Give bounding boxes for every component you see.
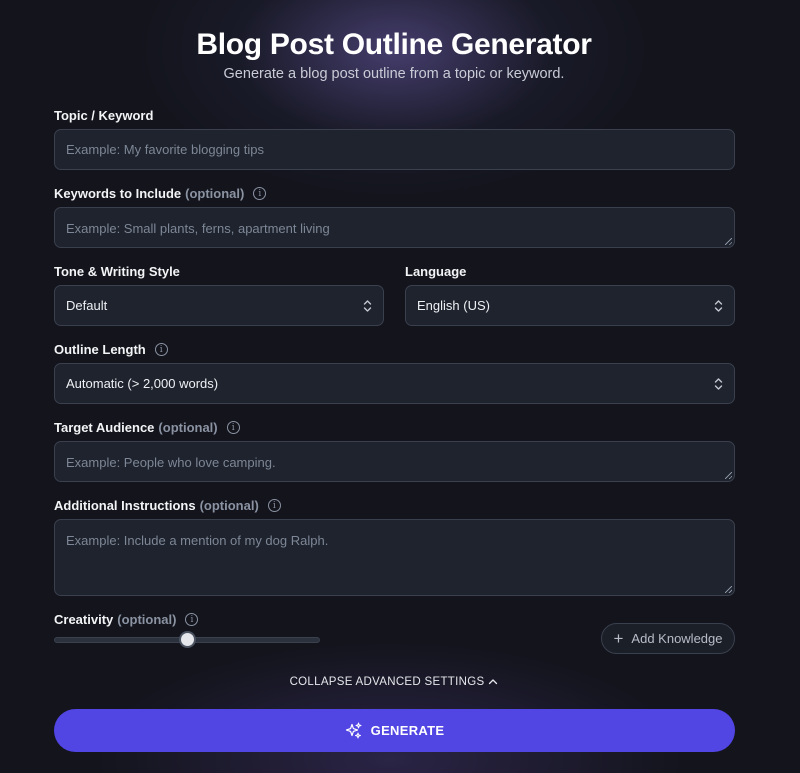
keywords-label-text: Keywords to Include (54, 186, 182, 201)
instructions-placeholder: Example: Include a mention of my dog Ral… (66, 533, 329, 548)
generate-label: GENERATE (370, 723, 445, 738)
add-knowledge-button[interactable]: + Add Knowledge (601, 623, 735, 654)
collapse-label: COLLAPSE ADVANCED SETTINGS (289, 676, 485, 688)
tone-label-text: Tone & Writing Style (54, 264, 180, 279)
tone-select[interactable]: Default (54, 285, 384, 326)
topic-input[interactable]: Example: My favorite blogging tips (54, 129, 735, 170)
chevron-up-down-icon (363, 299, 372, 312)
creativity-label-text: Creativity (54, 612, 114, 627)
outline-length-label: Outline Length i (54, 342, 168, 357)
info-icon[interactable]: i (253, 187, 267, 200)
outline-length-value: Automatic (> 2,000 words) (66, 376, 219, 391)
tone-label: Tone & Writing Style (54, 264, 180, 279)
generate-button[interactable]: GENERATE (54, 709, 735, 752)
instructions-textarea[interactable]: Example: Include a mention of my dog Ral… (54, 519, 735, 596)
collapse-advanced-settings-button[interactable]: COLLAPSE ADVANCED SETTINGS (0, 676, 788, 688)
topic-placeholder: Example: My favorite blogging tips (66, 142, 264, 157)
keywords-placeholder: Example: Small plants, ferns, apartment … (66, 221, 330, 236)
resize-handle-icon[interactable] (725, 238, 732, 245)
chevron-up-icon (489, 679, 498, 685)
page-subtitle: Generate a blog post outline from a topi… (223, 66, 565, 82)
instructions-label-text: Additional Instructions (54, 498, 196, 513)
resize-handle-icon[interactable] (725, 586, 732, 593)
language-value: English (US) (417, 298, 490, 313)
chevron-up-down-icon (714, 377, 723, 390)
audience-placeholder: Example: People who love camping. (66, 455, 276, 470)
creativity-optional-text: (optional) (117, 612, 177, 627)
info-icon[interactable]: i (267, 499, 281, 512)
chevron-up-down-icon (714, 299, 723, 312)
language-select[interactable]: English (US) (405, 285, 735, 326)
audience-label-text: Target Audience (54, 420, 155, 435)
keywords-label: Keywords to Include (optional) i (54, 186, 267, 201)
resize-handle-icon[interactable] (725, 472, 732, 479)
audience-label: Target Audience (optional) i (54, 420, 240, 435)
sparkles-icon (345, 722, 362, 738)
outline-length-label-text: Outline Length (54, 342, 146, 357)
creativity-slider-thumb[interactable] (178, 631, 196, 648)
creativity-label: Creativity (optional) i (54, 612, 199, 627)
page-title: Blog Post Outline Generator (196, 28, 592, 61)
language-label-text: Language (405, 264, 467, 279)
keywords-optional-text: (optional) (185, 186, 245, 201)
instructions-optional-text: (optional) (199, 498, 259, 513)
audience-textarea[interactable]: Example: People who love camping. (54, 441, 735, 482)
info-icon[interactable]: i (226, 421, 240, 434)
info-icon[interactable]: i (185, 613, 199, 626)
tone-value: Default (66, 298, 108, 313)
audience-optional-text: (optional) (158, 420, 218, 435)
topic-label: Topic / Keyword (54, 108, 153, 123)
outline-length-select[interactable]: Automatic (> 2,000 words) (54, 363, 735, 404)
add-knowledge-label: Add Knowledge (631, 631, 723, 646)
keywords-textarea[interactable]: Example: Small plants, ferns, apartment … (54, 207, 735, 248)
instructions-label: Additional Instructions (optional) i (54, 498, 281, 513)
plus-icon: + (613, 629, 624, 648)
language-label: Language (405, 264, 466, 279)
topic-label-text: Topic / Keyword (54, 108, 154, 123)
info-icon[interactable]: i (154, 343, 168, 356)
